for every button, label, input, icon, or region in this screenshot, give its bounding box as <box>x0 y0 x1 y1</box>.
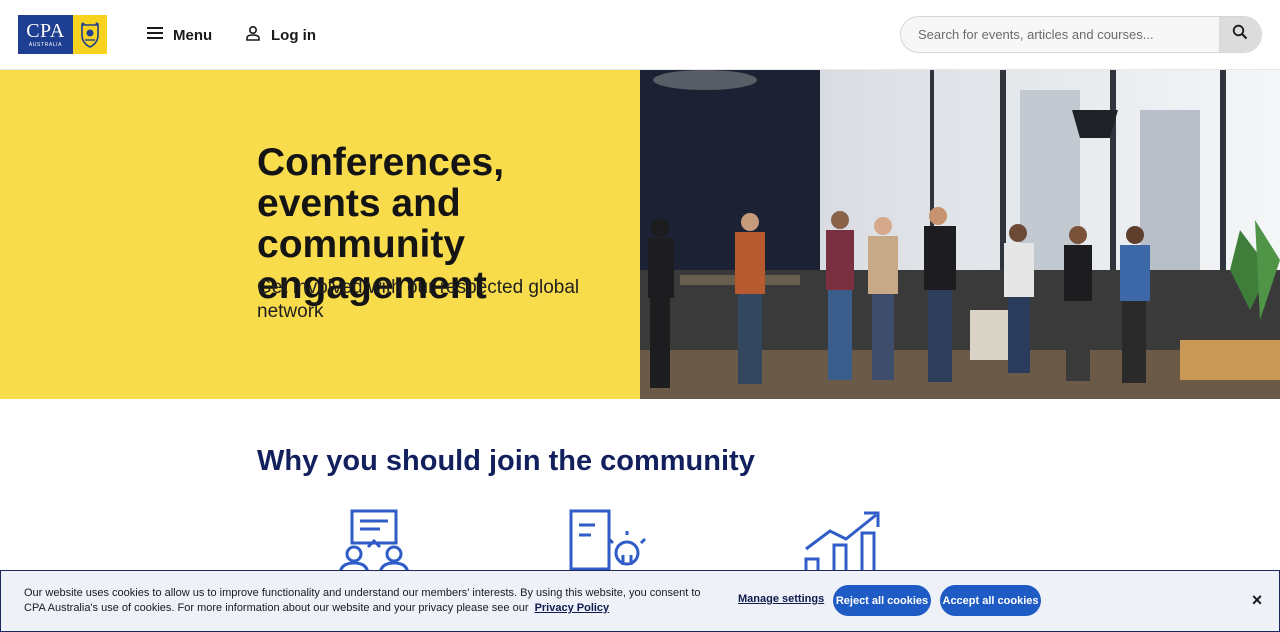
manage-settings-link[interactable]: Manage settings <box>738 593 824 605</box>
book-lightbulb-icon <box>565 505 655 575</box>
privacy-policy-link[interactable]: Privacy Policy <box>535 602 610 614</box>
search-bar <box>900 16 1262 53</box>
reject-all-cookies-button[interactable]: Reject all cookies <box>833 585 931 616</box>
menu-label: Menu <box>173 26 213 44</box>
growth-chart-icon <box>800 505 890 577</box>
hero-subtitle: Get involved with our respected global n… <box>257 277 580 322</box>
search-button[interactable] <box>1219 17 1261 52</box>
hero-photo <box>640 70 1280 399</box>
logo-subtext: AUSTRALIA <box>28 41 63 48</box>
audience-icon <box>330 505 420 576</box>
menu-button[interactable]: Menu <box>147 22 212 48</box>
close-icon[interactable]: × <box>1247 589 1267 611</box>
cookie-banner: Our website uses cookies to allow us to … <box>0 570 1280 632</box>
cpa-australia-logo[interactable]: CPA AUSTRALIA <box>18 15 107 54</box>
cookie-message: Our website uses cookies to allow us to … <box>24 586 704 616</box>
search-icon <box>1232 24 1248 45</box>
user-icon <box>245 25 261 46</box>
site-header: CPA AUSTRALIA Menu Log in Search for eve… <box>0 0 1280 70</box>
section-title: Why you should join the community <box>257 445 755 477</box>
search-input[interactable] <box>901 17 1219 52</box>
hamburger-icon <box>147 26 163 44</box>
hero-banner: Conferences, events and community engage… <box>0 70 1280 399</box>
logo-text: CPA <box>26 19 65 42</box>
logo-wordmark: CPA AUSTRALIA <box>18 15 73 54</box>
login-button[interactable]: Log in <box>245 22 316 48</box>
login-label: Log in <box>271 26 316 44</box>
accept-all-cookies-button[interactable]: Accept all cookies <box>940 585 1041 616</box>
hero-text-panel: Conferences, events and community engage… <box>0 70 640 399</box>
crest-icon <box>73 15 107 54</box>
